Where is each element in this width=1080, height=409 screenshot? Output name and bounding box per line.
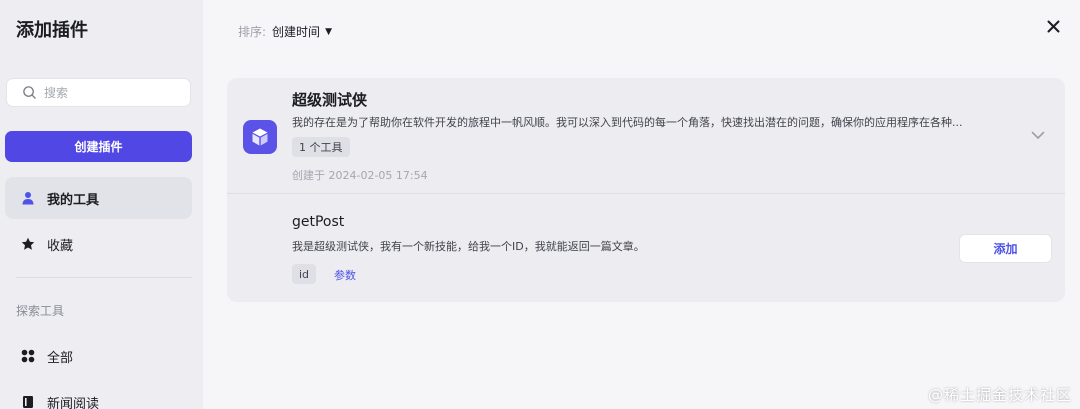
tool-count-badge: 1 个工具 [292,137,350,157]
plugin-header[interactable]: 超级测试侠 我的存在是为了帮助你在软件开发的旅程中一帆风顺。我可以深入到代码的每… [227,78,1065,194]
caret-down-icon: ▼ [325,26,332,37]
search-box[interactable] [6,78,191,107]
star-icon [21,237,35,250]
book-icon [23,396,33,408]
param-chip: id [292,264,317,284]
sidebar-item-all[interactable]: 全部 [5,335,192,377]
sidebar-item-label: 收藏 [47,238,74,254]
sort-label: 排序: [238,25,267,39]
tool-description: 我是超级测试侠，我有一个新技能，给我一个ID，我就能返回一篇文章。 [292,240,645,253]
sidebar-divider [16,277,192,278]
sort-value[interactable]: 创建时间 [272,23,320,40]
watermark: @稀土掘金技术社区 [927,386,1072,404]
plugin-card: 超级测试侠 我的存在是为了帮助你在软件开发的旅程中一帆风顺。我可以深入到代码的每… [227,78,1065,302]
close-icon [1047,20,1059,32]
sidebar-item-news-reading[interactable]: 新闻阅读 [5,381,192,409]
cube-icon [243,120,277,154]
user-icon [22,192,34,205]
main-panel: 排序: 创建时间 ▼ 超级测试侠 我的存在是为了帮助你在软件开发的旅程中一帆风顺… [203,0,1080,409]
close-button[interactable] [1041,14,1065,38]
sort-control[interactable]: 排序: 创建时间 ▼ [238,23,332,40]
search-input[interactable] [44,85,184,100]
created-time: 创建于 2024-02-05 17:54 [292,169,428,182]
search-icon [23,86,36,99]
add-tool-button[interactable]: 添加 [959,234,1052,263]
sidebar-item-my-tools[interactable]: 我的工具 [5,177,192,219]
tool-name: getPost [292,214,345,230]
grid-icon [21,349,35,363]
sidebar-item-favorites[interactable]: 收藏 [5,223,192,265]
plugin-name: 超级测试侠 [292,91,368,109]
sidebar-item-label: 我的工具 [47,192,100,208]
params-link[interactable]: 参数 [334,267,356,283]
explore-section-label: 探索工具 [16,304,65,318]
create-plugin-button[interactable]: 创建插件 [5,131,192,162]
plugin-description: 我的存在是为了帮助你在软件开发的旅程中一帆风顺。我可以深入到代码的每一个角落，快… [292,116,963,129]
sidebar-title: 添加插件 [16,20,88,41]
sidebar: 添加插件 创建插件 我的工具 收藏 探索工具 [0,0,203,409]
sidebar-item-label: 新闻阅读 [47,396,100,409]
chevron-down-icon[interactable] [1029,126,1047,144]
add-plugin-dialog: 添加插件 创建插件 我的工具 收藏 探索工具 [0,0,1080,409]
sidebar-item-label: 全部 [47,350,74,366]
